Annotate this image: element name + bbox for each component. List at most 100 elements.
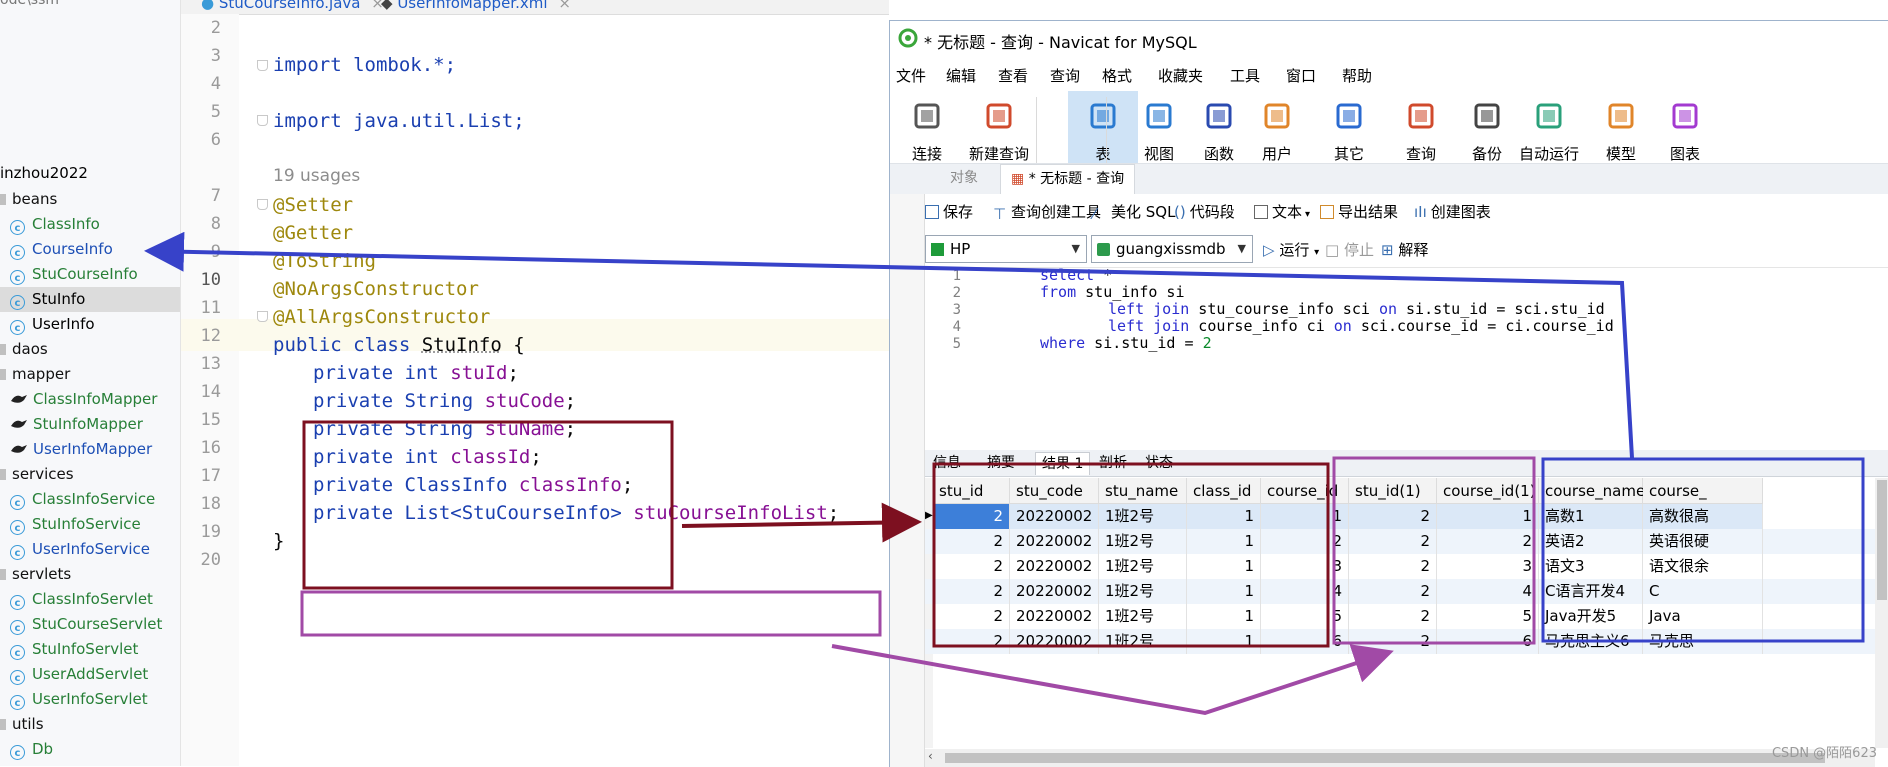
chevron-left-icon[interactable]: ‹ (928, 749, 933, 763)
table-cell[interactable]: 1 (1187, 579, 1261, 604)
column-header[interactable]: course_name (1539, 478, 1645, 504)
tab-query[interactable]: ▦ * 无标题 - 查询 (1000, 164, 1136, 194)
table-cell[interactable]: 高数很高 (1643, 504, 1763, 529)
menu-item[interactable]: 编辑 (946, 65, 976, 86)
table-cell[interactable]: 2 (933, 604, 1010, 629)
tree-item[interactable]: c ClassInfoService (0, 487, 180, 512)
table-cell[interactable]: 20220002 (1010, 504, 1099, 529)
table-cell[interactable]: 2 (933, 529, 1010, 554)
table-cell[interactable]: 英语2 (1539, 529, 1643, 554)
table-cell[interactable]: 2 (1349, 604, 1437, 629)
database-select[interactable]: guangxissmdb ▼ (1091, 235, 1253, 263)
tree-item[interactable]: StuInfoMapper (0, 412, 180, 437)
stop-button[interactable]: □ 停止 (1325, 239, 1374, 260)
result-grid[interactable]: stu_id stu_code stu_name class_id course_id s… (925, 478, 1875, 748)
result-tab[interactable]: 剖析 (1093, 452, 1133, 474)
close-icon[interactable]: × (558, 0, 571, 12)
tree-item[interactable]: c CourseInfo (0, 237, 180, 262)
table-cell[interactable]: 5 (1261, 604, 1349, 629)
tree-item[interactable]: c ClassInfoServlet (0, 587, 180, 612)
scrollbar-thumb[interactable] (945, 753, 1825, 763)
horizontal-scrollbar[interactable]: ‹ (925, 749, 1875, 767)
tree-item[interactable]: c StuCourseInfo (0, 262, 180, 287)
menu-item[interactable]: 文件 (896, 65, 926, 86)
tree-item[interactable]: servlets (0, 562, 180, 587)
column-header[interactable]: stu_id(1) (1349, 478, 1437, 504)
table-cell[interactable]: 1 (1437, 504, 1539, 529)
tree-item[interactable]: c ClassInfo (0, 212, 180, 237)
result-tab[interactable]: 状态 (1139, 452, 1179, 474)
tree-item[interactable]: c UserInfoServlet (0, 687, 180, 712)
tree-item[interactable]: beans (0, 187, 180, 212)
table-cell[interactable]: 1 (1187, 629, 1261, 654)
column-header[interactable]: stu_id (933, 478, 1010, 504)
table-cell[interactable]: 语文3 (1539, 554, 1643, 579)
table-cell[interactable]: 2 (1349, 529, 1437, 554)
menu-item[interactable]: 帮助 (1342, 65, 1372, 86)
tab-objects[interactable]: 对象 (950, 164, 978, 193)
vertical-scrollbar[interactable] (1875, 478, 1888, 748)
menu-item[interactable]: 查询 (1050, 65, 1080, 86)
table-cell[interactable]: 4 (1437, 579, 1539, 604)
table-cell[interactable]: 5 (1437, 604, 1539, 629)
table-cell[interactable]: 语文很余 (1643, 554, 1763, 579)
result-tab[interactable]: 摘要 (981, 452, 1021, 474)
table-cell[interactable]: 2 (1437, 529, 1539, 554)
tree-item[interactable]: utils (0, 712, 180, 737)
tree-item[interactable]: ClassInfoMapper (0, 387, 180, 412)
tree-item[interactable]: c StuInfo (0, 287, 180, 312)
table-cell[interactable]: 2 (1349, 504, 1437, 529)
tree-item[interactable]: c UserInfo (0, 312, 180, 337)
table-cell[interactable]: 1 (1261, 504, 1349, 529)
code-snippet-button[interactable]: () 代码段 (1174, 201, 1235, 222)
table-cell[interactable]: Java开发5 (1539, 604, 1643, 629)
table-cell[interactable]: 2 (1349, 554, 1437, 579)
fold-icon[interactable] (257, 60, 268, 71)
fold-icon[interactable] (257, 311, 268, 322)
table-cell[interactable]: 1班2号 (1099, 629, 1187, 654)
beautify-sql-button[interactable]: ⁄ 美化 SQL (1093, 201, 1175, 223)
export-result-button[interactable]: 导出结果 (1320, 201, 1398, 222)
save-button[interactable]: 保存 (925, 201, 973, 222)
tree-item[interactable]: c UserAddServlet (0, 662, 180, 687)
table-cell[interactable]: 2 (933, 504, 1010, 529)
tab-userinfomapper[interactable]: ◆ UserInfoMapper.xml × (381, 0, 571, 14)
tree-item[interactable]: c StuInfoService (0, 512, 180, 537)
table-cell[interactable]: 1班2号 (1099, 604, 1187, 629)
menu-item[interactable]: 收藏夹 (1158, 65, 1203, 86)
table-cell[interactable]: 2 (933, 629, 1010, 654)
table-cell[interactable]: 1 (1187, 504, 1261, 529)
column-header[interactable]: class_id (1187, 478, 1261, 504)
table-cell[interactable]: 1班2号 (1099, 579, 1187, 604)
table-cell[interactable]: C (1643, 579, 1763, 604)
table-cell[interactable]: 20220002 (1010, 529, 1099, 554)
table-cell[interactable]: 20220002 (1010, 579, 1099, 604)
create-chart-button[interactable]: ıIı 创建图表 (1414, 201, 1491, 222)
table-cell[interactable]: 2 (933, 579, 1010, 604)
text-button[interactable]: 文本 ▾ (1254, 201, 1310, 222)
result-tab[interactable]: 信息 (927, 452, 967, 474)
sql-editor[interactable]: 12345 select * from stu_info si left joi… (925, 266, 1888, 448)
table-cell[interactable]: 3 (1261, 554, 1349, 579)
connection-select[interactable]: HP ▼ (925, 235, 1087, 263)
table-cell[interactable]: 马克思主义6 (1539, 629, 1643, 654)
table-cell[interactable]: 高数1 (1539, 504, 1643, 529)
table-cell[interactable]: 3 (1437, 554, 1539, 579)
table-cell[interactable]: 2 (933, 554, 1010, 579)
table-cell[interactable]: 马克思 (1643, 629, 1763, 654)
table-cell[interactable]: 20220002 (1010, 554, 1099, 579)
table-cell[interactable]: 1班2号 (1099, 554, 1187, 579)
result-tab[interactable]: 结果 1 (1035, 452, 1091, 475)
table-cell[interactable]: Java (1643, 604, 1763, 629)
tree-item[interactable]: daos (0, 337, 180, 362)
tree-item[interactable]: UserInfoMapper (0, 437, 180, 462)
table-cell[interactable]: 2 (1349, 629, 1437, 654)
tree-item[interactable]: c Db (0, 737, 180, 762)
column-header[interactable]: course_ (1643, 478, 1763, 504)
column-header[interactable]: course_id (1261, 478, 1349, 504)
run-button[interactable]: ▷ 运行 ▾ (1263, 239, 1319, 260)
table-cell[interactable]: 2 (1261, 529, 1349, 554)
table-cell[interactable]: 1 (1187, 554, 1261, 579)
tree-item[interactable]: mapper (0, 362, 180, 387)
fold-icon[interactable] (257, 199, 268, 210)
